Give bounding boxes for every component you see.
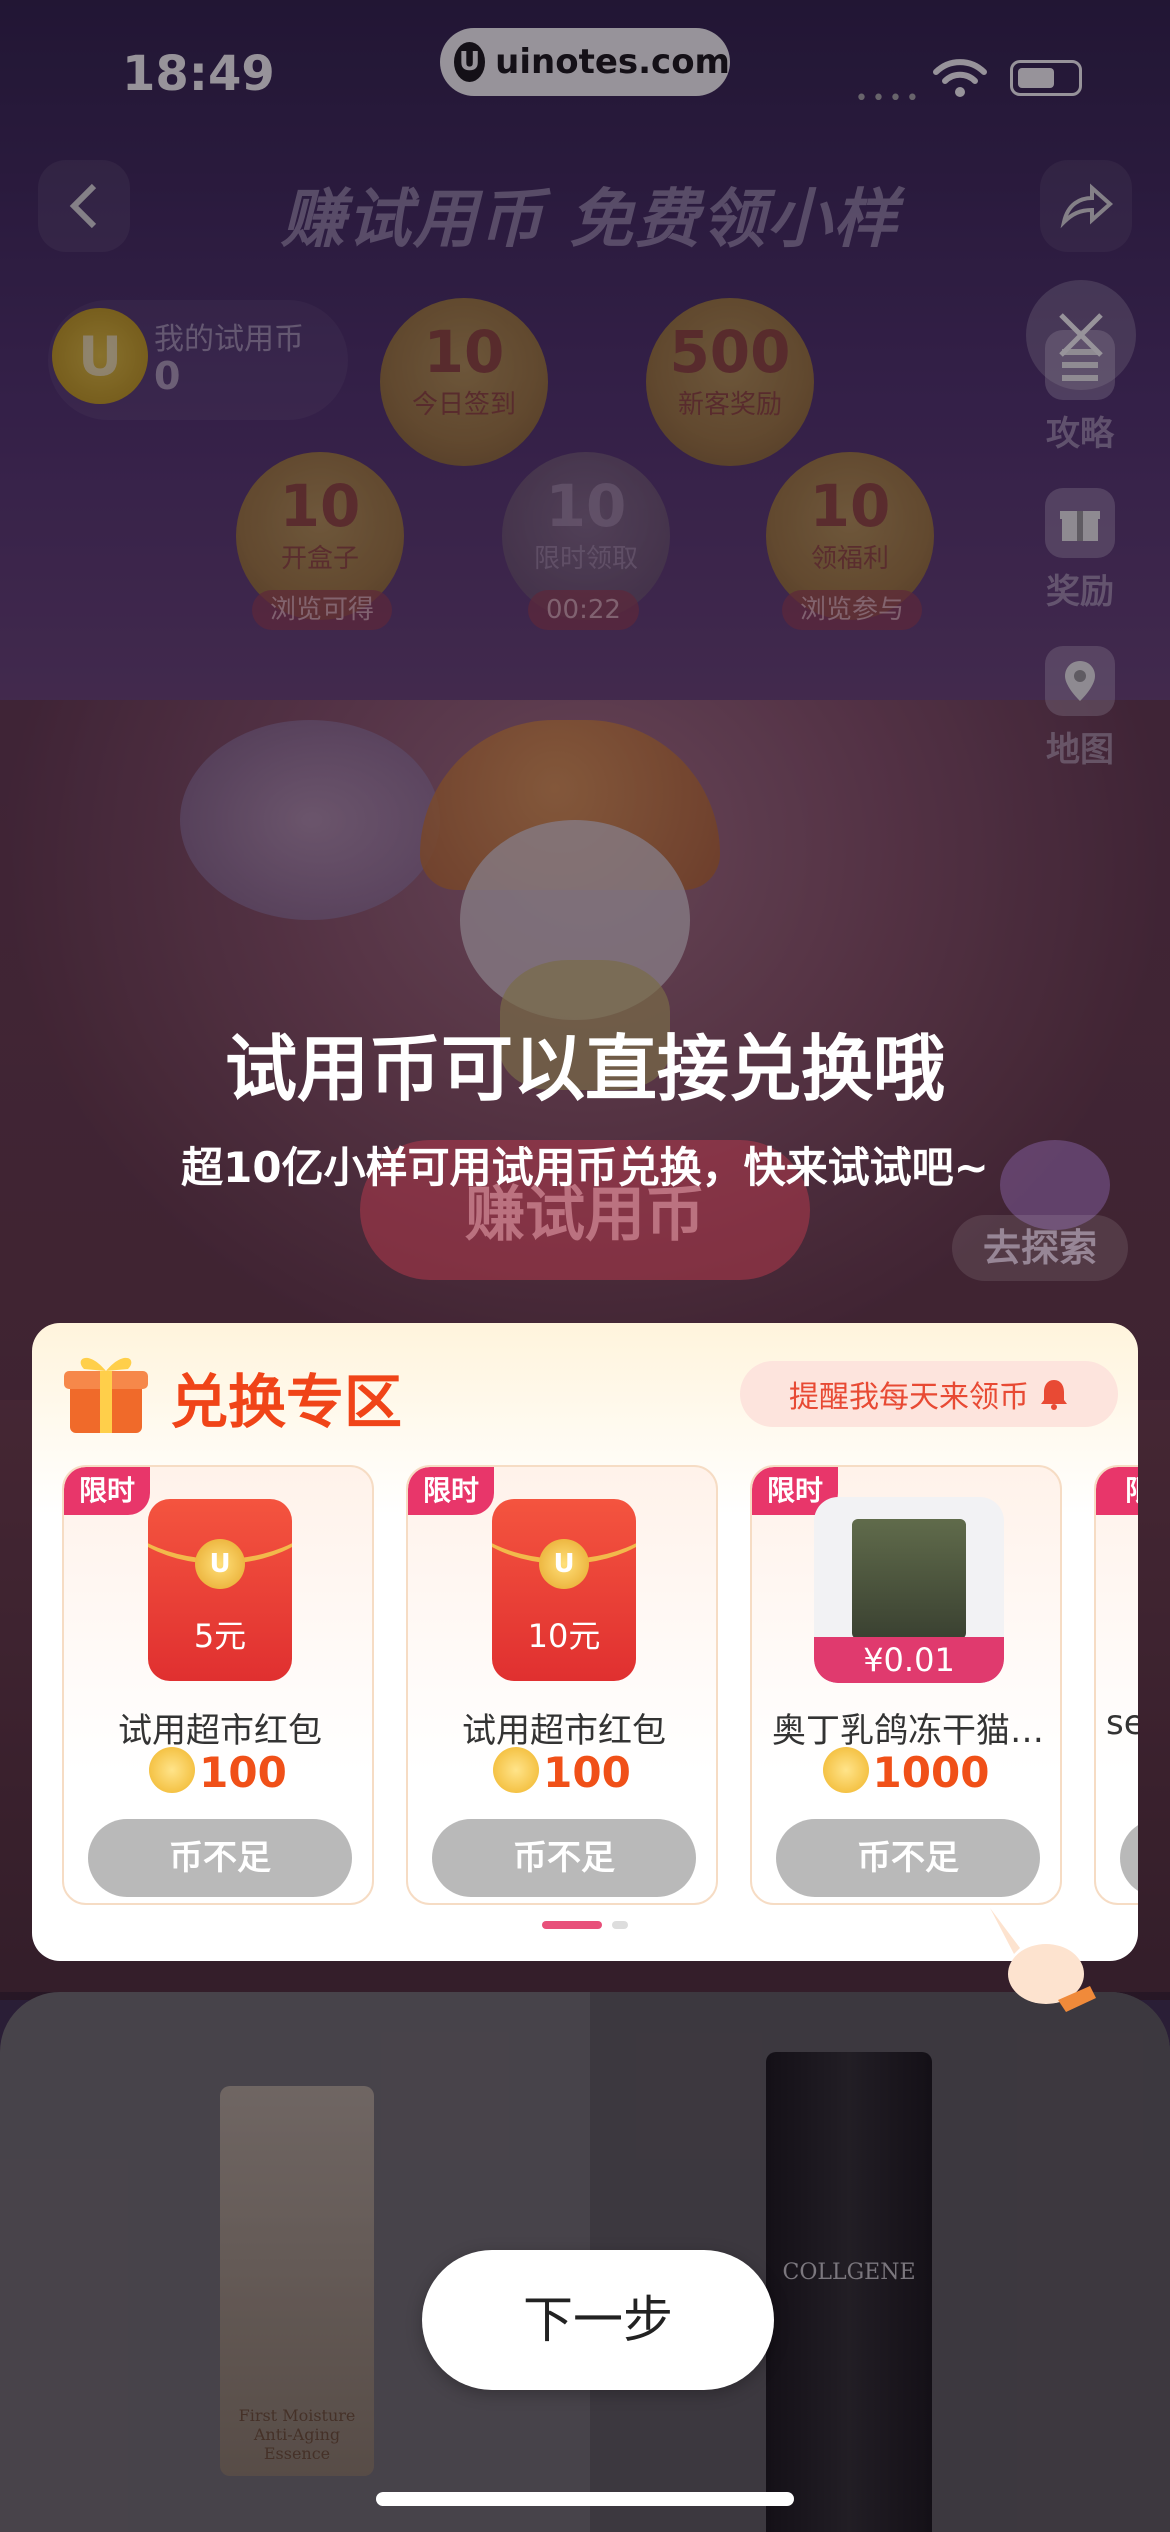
price-value: 1000: [872, 1748, 990, 1797]
next-step-button[interactable]: 下一步: [422, 2250, 774, 2390]
exchange-card: 兑换专区 提醒我每天来领币 限时 U 5元 试用超市红包 100 币不足 限时 …: [32, 1323, 1138, 1961]
coin-icon: [493, 1747, 540, 1793]
product-card[interactable]: 限时 U 10元 试用超市红包 100 币不足: [406, 1465, 718, 1905]
product-card[interactable]: 限时 U 5元 试用超市红包 100 币不足: [62, 1465, 374, 1905]
red-packet-amount: 5元: [193, 1617, 247, 1655]
indicator-active: [542, 1921, 602, 1929]
coin-medal-icon: U: [539, 1539, 589, 1589]
product-name: se: [1106, 1703, 1138, 1743]
guide-subtitle: 超10亿小样可用试用币兑换，快来试试吧~: [181, 1143, 989, 1192]
red-packet-image: U 5元: [148, 1499, 292, 1681]
carousel-indicator: [542, 1921, 632, 1931]
cat-food-bag: [852, 1519, 966, 1639]
coin-icon: [149, 1747, 196, 1793]
remind-button[interactable]: 提醒我每天来领币: [740, 1361, 1118, 1427]
price-value: 100: [543, 1748, 631, 1797]
limited-badge: 限时: [64, 1467, 150, 1515]
product-carousel[interactable]: 限时 U 5元 试用超市红包 100 币不足 限时 U 10元 试用超市红包 1…: [62, 1465, 1138, 1905]
indicator-inactive: [612, 1921, 628, 1929]
guide-title: 试用币可以直接兑换哦: [224, 1027, 945, 1111]
home-indicator: [376, 2492, 794, 2506]
coin-medal-icon: U: [195, 1539, 245, 1589]
exchange-button[interactable]: 币不足: [776, 1819, 1040, 1897]
gift-box-icon: [64, 1357, 148, 1433]
price-value: 100: [199, 1748, 287, 1797]
explore-button[interactable]: 去探索: [952, 1215, 1128, 1281]
sale-price: ¥0.01: [814, 1637, 1004, 1683]
product-price: 100: [64, 1747, 372, 1797]
product-price: 100: [408, 1747, 716, 1797]
limited-badge: 限时: [408, 1467, 494, 1515]
product-name: 试用超市红包: [118, 1711, 322, 1751]
exchange-button[interactable]: 币不足: [432, 1819, 696, 1897]
red-packet-amount: 10元: [527, 1617, 601, 1655]
bell-icon: [1041, 1380, 1067, 1410]
red-packet-image: U 10元: [492, 1499, 636, 1681]
exchange-title: 兑换专区: [170, 1368, 403, 1436]
limited-badge: 限: [1096, 1467, 1138, 1515]
exchange-button[interactable]: [1120, 1819, 1138, 1897]
product-name: 奥丁乳鸽冻干猫…: [772, 1711, 1044, 1751]
product-name: 试用超市红包: [462, 1711, 666, 1751]
pointing-hand-icon: [990, 1908, 1096, 2012]
exchange-button[interactable]: 币不足: [88, 1819, 352, 1897]
product-card[interactable]: 限时 ¥0.01 奥丁乳鸽冻干猫… 1000 币不足: [750, 1465, 1062, 1905]
product-card[interactable]: 限 se: [1094, 1465, 1138, 1905]
coin-icon: [822, 1747, 869, 1793]
cat-food-image: ¥0.01: [814, 1497, 1004, 1683]
product-price: 1000: [752, 1747, 1060, 1797]
remind-label: 提醒我每天来领币: [789, 1380, 1029, 1415]
